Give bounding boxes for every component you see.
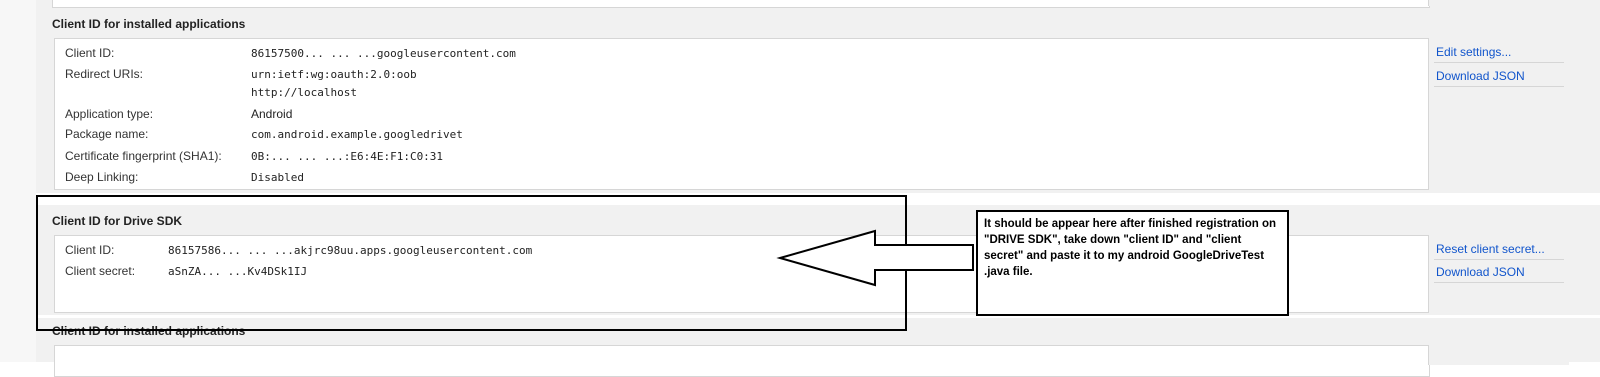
drive-download-json-link[interactable]: Download JSON bbox=[1436, 265, 1525, 279]
action-divider bbox=[1434, 282, 1564, 283]
client-id-value: 86157500... ... ...googleusercontent.com bbox=[251, 47, 516, 60]
previous-card-side bbox=[1428, 0, 1569, 6]
annotation-note: It should be appear here after finished … bbox=[976, 210, 1289, 316]
package-name-value: com.android.example.googledrivet bbox=[251, 128, 463, 141]
certificate-fingerprint-label: Certificate fingerprint (SHA1): bbox=[65, 149, 222, 163]
redirect-uri-oob: urn:ietf:wg:oauth:2.0:oob bbox=[251, 68, 417, 81]
redirect-uri-localhost: http://localhost bbox=[251, 86, 357, 99]
action-divider bbox=[1434, 259, 1564, 260]
download-json-link[interactable]: Download JSON bbox=[1436, 69, 1525, 83]
previous-card-bottom bbox=[52, 0, 1430, 8]
redirect-uris-label: Redirect URIs: bbox=[65, 67, 144, 81]
left-gutter bbox=[0, 0, 36, 362]
client-id-label: Client ID: bbox=[65, 46, 115, 60]
bottom-actions-column bbox=[1428, 345, 1569, 365]
reset-client-secret-link[interactable]: Reset client secret... bbox=[1436, 242, 1545, 256]
application-type-label: Application type: bbox=[65, 107, 154, 121]
bottom-card-top bbox=[54, 345, 1430, 377]
deep-linking-value: Disabled bbox=[251, 171, 304, 184]
arrow-left-icon bbox=[776, 229, 974, 287]
installed-section-title: Client ID for installed applications bbox=[52, 17, 246, 31]
deep-linking-label: Deep Linking: bbox=[65, 170, 139, 184]
installed-actions-column bbox=[1428, 38, 1569, 190]
edit-settings-link[interactable]: Edit settings... bbox=[1436, 45, 1511, 59]
package-name-label: Package name: bbox=[65, 127, 149, 141]
action-divider bbox=[1434, 86, 1564, 87]
application-type-value: Android bbox=[251, 107, 293, 121]
action-divider bbox=[1434, 62, 1564, 63]
certificate-fingerprint-value: 0B:... ... ...:E6:4E:F1:C0:31 bbox=[251, 150, 444, 163]
